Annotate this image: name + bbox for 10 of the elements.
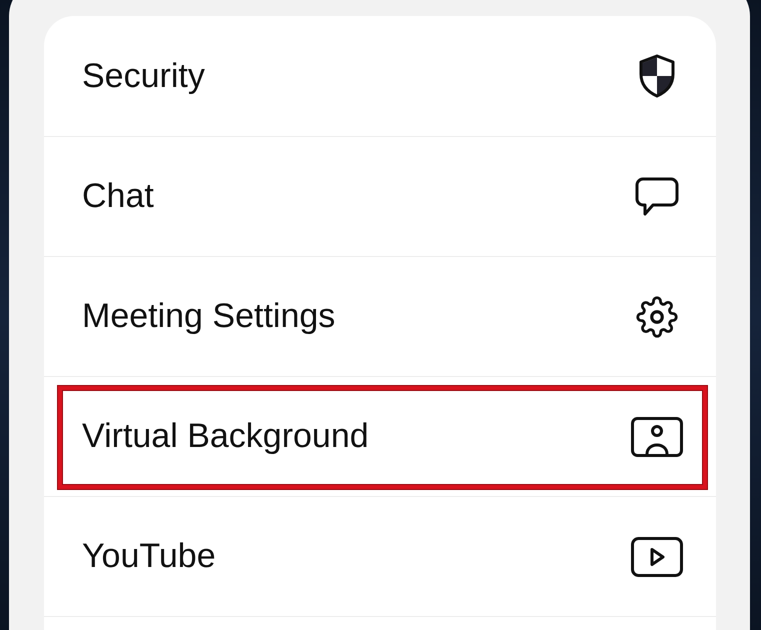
person-frame-icon: [631, 416, 683, 456]
shield-icon: [637, 54, 677, 98]
menu-item[interactable]: Security: [44, 16, 716, 137]
settings-icon: [636, 296, 678, 338]
chat-icon: [635, 176, 679, 216]
play-icon: [631, 536, 683, 576]
menu-item[interactable]: YouTube: [44, 497, 716, 617]
menu-item[interactable]: Chat: [44, 137, 716, 257]
menu-item[interactable]: Virtual Background: [44, 377, 716, 497]
menu-item[interactable]: Meeting Settings: [44, 257, 716, 377]
